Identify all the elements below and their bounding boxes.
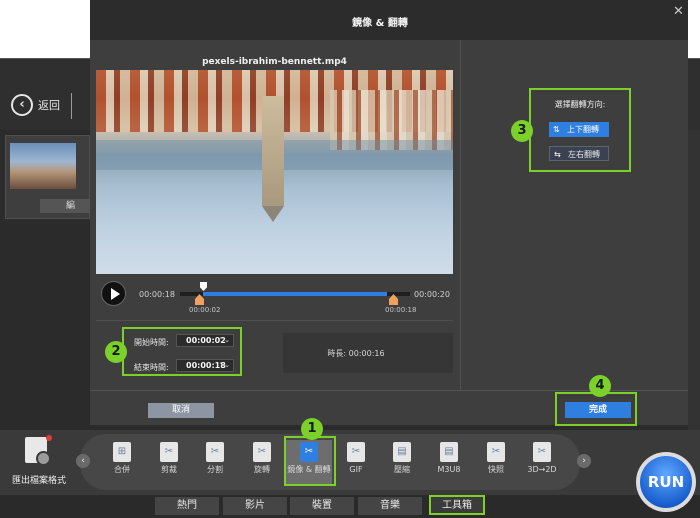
gif-icon: ✂: [347, 442, 365, 462]
current-time: 00:00:18: [139, 290, 175, 299]
tool-label: 旋轉: [254, 465, 270, 474]
flip-vertical-button[interactable]: ⇅ 上下翻轉: [549, 122, 609, 137]
run-button[interactable]: RUN: [640, 456, 692, 508]
callout-3: 3: [511, 120, 533, 142]
tool-m3u8[interactable]: ▤ M3U8: [426, 440, 472, 484]
callout-2: 2: [105, 341, 127, 363]
app-top-area: [0, 0, 90, 58]
tool-label: M3U8: [437, 465, 461, 474]
highlight-toolbox-tab: [429, 495, 485, 515]
flip-vertical-icon: ⇅: [553, 125, 560, 134]
snapshot-icon: ✂: [487, 442, 505, 462]
highlight-mirror-tool: [284, 436, 336, 486]
tool-label: 合併: [114, 465, 130, 474]
tool-label: 剪裁: [161, 465, 177, 474]
callout-1: 1: [301, 418, 323, 440]
stepper-icon[interactable]: ⌃⌄: [218, 360, 230, 371]
tool-3d-to-2d[interactable]: ✂ 3D→2D: [519, 440, 565, 484]
tab-device[interactable]: 裝置: [290, 497, 354, 515]
tool-rotate[interactable]: ✂ 旋轉: [239, 440, 285, 484]
export-format-button[interactable]: 匯出檔案格式: [8, 435, 70, 491]
player-divider: [96, 320, 453, 321]
total-time: 00:00:20: [414, 290, 450, 299]
right-column: [688, 130, 700, 430]
callout-4: 4: [589, 375, 611, 397]
tools-prev-arrow-icon[interactable]: ‹: [76, 454, 90, 468]
dialog-divider-vertical: [460, 40, 461, 390]
back-arrow-icon[interactable]: ‹: [11, 94, 33, 116]
rotate-icon: ✂: [253, 442, 271, 462]
m3u8-icon: ▤: [440, 442, 458, 462]
dialog-title: 鏡像 & 翻轉: [352, 18, 408, 29]
tools-next-arrow-icon[interactable]: ›: [577, 454, 591, 468]
tool-gif[interactable]: ✂ GIF: [333, 440, 379, 484]
trim-end-time: 00:00:18: [385, 306, 417, 314]
notification-dot: [46, 435, 52, 441]
tool-label: 壓縮: [394, 465, 410, 474]
video-preview-tower: [262, 96, 284, 206]
split-icon: ✂: [206, 442, 224, 462]
tool-label: 快照: [488, 465, 504, 474]
tool-snapshot[interactable]: ✂ 快照: [473, 440, 519, 484]
tool-merge[interactable]: ⊞ 合併: [99, 440, 145, 484]
compress-icon: ▤: [393, 442, 411, 462]
edit-label: 編: [66, 201, 76, 211]
tool-crop[interactable]: ✂ 剪裁: [146, 440, 192, 484]
export-settings-icon: [25, 437, 51, 466]
trim-start-time: 00:00:02: [189, 306, 221, 314]
end-time-input[interactable]: 00:00:18 ⌃⌄: [176, 359, 234, 372]
done-button[interactable]: 完成: [565, 402, 631, 418]
export-format-label: 匯出檔案格式: [11, 476, 66, 486]
tab-video[interactable]: 影片: [223, 497, 287, 515]
tool-label: GIF: [349, 465, 363, 474]
stepper-icon[interactable]: ⌃⌄: [218, 335, 230, 346]
flip-horizontal-label: 左右翻轉: [568, 150, 600, 159]
3d-to-2d-icon: ✂: [533, 442, 551, 462]
toolbar-divider: [71, 93, 72, 119]
back-button-label[interactable]: 返回: [38, 97, 60, 113]
tab-popular[interactable]: 熱門: [155, 497, 219, 515]
duration-text: 時長: 00:00:16: [327, 349, 385, 358]
video-preview-tower-spire: [262, 206, 284, 222]
tool-split[interactable]: ✂ 分割: [192, 440, 238, 484]
start-time-label: 開始時間:: [134, 338, 169, 347]
crop-icon: ✂: [160, 442, 178, 462]
tool-label: 3D→2D: [527, 465, 557, 474]
tab-music[interactable]: 音樂: [358, 497, 422, 515]
file-edit-button[interactable]: 編: [40, 199, 90, 213]
screen: ‹ 返回 編 匯出檔案格式 ‹ › ⊞ 合併 ✂ 剪裁 ✂ 分割 ✂ 旋轉 ✂ 鏡像 & …: [0, 0, 700, 518]
end-time-label: 結束時間:: [134, 363, 169, 372]
merge-icon: ⊞: [113, 442, 131, 462]
play-icon[interactable]: [101, 281, 126, 306]
start-time-input[interactable]: 00:00:02 ⌃⌄: [176, 334, 234, 347]
flip-vertical-label: 上下翻轉: [567, 125, 599, 134]
flip-horizontal-button[interactable]: ⇆ 左右翻轉: [549, 146, 609, 161]
cancel-button[interactable]: 取消: [148, 403, 214, 418]
flip-direction-title: 選擇翻轉方向:: [554, 100, 606, 109]
tool-compress[interactable]: ▤ 壓縮: [379, 440, 425, 484]
trim-range-fill: [203, 292, 387, 296]
video-filename: pexels-ibrahim-bennett.mp4: [202, 57, 347, 67]
file-thumbnail[interactable]: [10, 143, 76, 189]
app-top-right-area: [688, 0, 700, 58]
tool-label: 分割: [207, 465, 223, 474]
close-icon[interactable]: ✕: [673, 4, 684, 19]
flip-horizontal-icon: ⇆: [554, 150, 561, 159]
